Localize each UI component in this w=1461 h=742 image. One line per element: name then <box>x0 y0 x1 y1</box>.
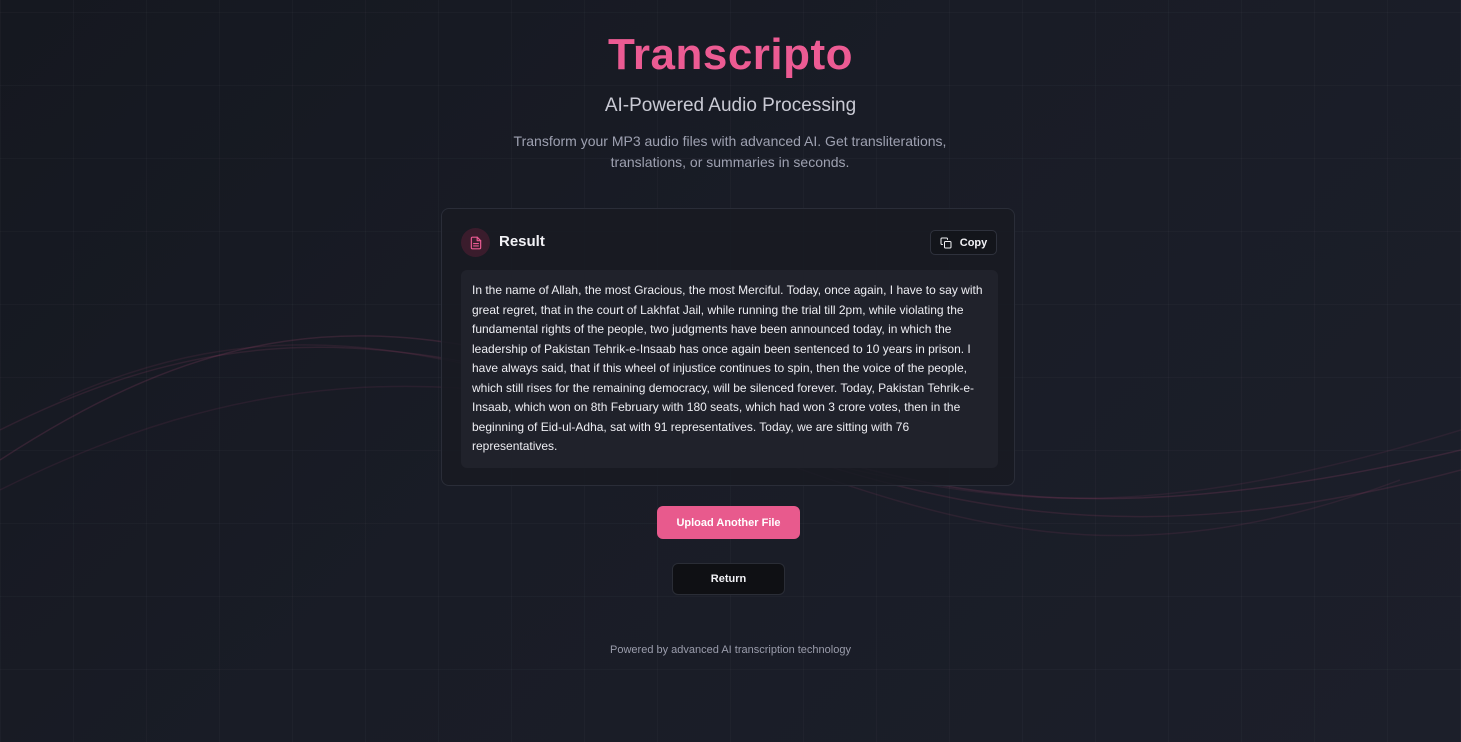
upload-another-file-button[interactable]: Upload Another File <box>657 506 800 539</box>
app-subtitle: AI-Powered Audio Processing <box>604 95 857 116</box>
copy-label: Copy <box>959 236 988 249</box>
result-text: In the name of Allah, the most Gracious,… <box>461 270 998 468</box>
app-title: Transcripto <box>607 30 854 79</box>
copy-button[interactable]: Copy <box>930 230 997 255</box>
result-title: Result <box>499 233 545 250</box>
return-button[interactable]: Return <box>672 563 785 595</box>
footer-text: Powered by advanced AI transcription tec… <box>610 644 851 656</box>
result-card: Result Copy In the name of Allah, the mo… <box>441 208 1015 486</box>
app-description: Transform your MP3 audio files with adva… <box>513 133 947 170</box>
document-icon <box>461 228 490 257</box>
copy-icon <box>940 237 952 249</box>
